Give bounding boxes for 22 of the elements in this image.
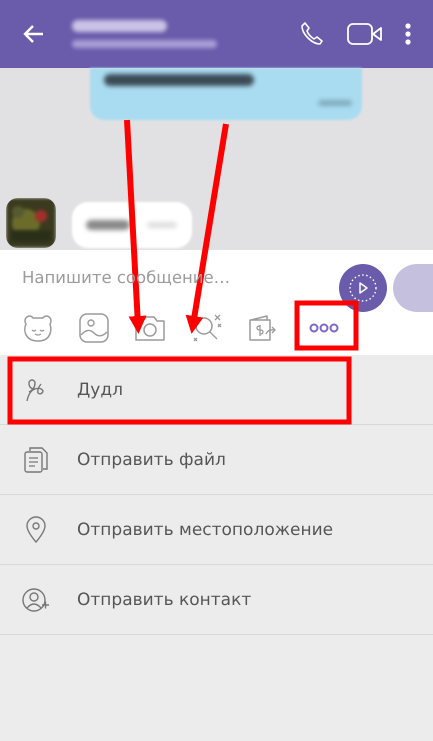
add-contact-icon [22,586,50,612]
search-icon[interactable] [191,313,223,343]
video-camera-icon[interactable] [347,22,383,46]
more-vertical-icon[interactable] [405,23,411,45]
play-icon [348,273,378,303]
more-dots-icon [309,323,339,333]
camera-icon[interactable] [134,314,166,342]
image-icon[interactable] [79,313,109,343]
menu-item-label: Отправить контакт [77,590,252,610]
phone-icon[interactable] [299,21,325,47]
menu-item-label: Отправить файл [77,450,226,470]
menu-item[interactable]: Отправить файл [0,425,433,495]
documents-icon [22,446,50,474]
bear-face-icon[interactable] [22,313,54,343]
menu-item[interactable]: Отправить местоположение [0,495,433,565]
menu-item-label: Отправить местоположение [77,520,334,540]
back-icon[interactable] [22,24,44,44]
menu-item-label: Дудл [77,380,123,400]
menu-item[interactable]: Дудл [0,355,433,425]
menu-item[interactable]: Отправить контакт [0,565,433,635]
annotation-box [294,300,358,350]
record-video-button[interactable] [339,264,387,312]
